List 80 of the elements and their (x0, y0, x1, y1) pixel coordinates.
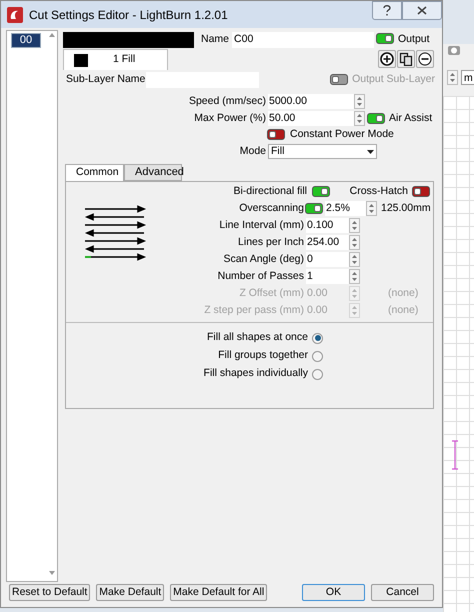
speed-field[interactable]: 5000.00 (268, 94, 354, 109)
app-logo-icon (7, 6, 23, 22)
toggle-switch[interactable] (267, 129, 285, 140)
spin-buttons[interactable] (349, 252, 360, 267)
constant-power-label: Constant Power Mode (290, 126, 394, 142)
toggle-switch[interactable] (376, 33, 394, 44)
layer-item[interactable]: 00 (11, 33, 41, 48)
toggle-switch[interactable] (367, 113, 385, 124)
name-field[interactable]: C00 (232, 32, 374, 48)
field-label: Z Offset (mm) (238, 286, 305, 301)
toggle-switch[interactable] (312, 186, 330, 197)
toggle-switch[interactable] (305, 203, 323, 214)
radio-button[interactable] (312, 368, 323, 380)
bidirectional-label: Bi-directional fill (232, 184, 308, 199)
spin-buttons[interactable] (366, 201, 377, 216)
spin-buttons[interactable] (349, 235, 360, 250)
dialog-button[interactable]: Reset to Default (9, 584, 90, 600)
fill-option-label: Fill all shapes at once (206, 330, 309, 346)
field-label: Scan Angle (deg) (222, 252, 305, 267)
layer-color-swatch[interactable] (63, 32, 194, 48)
mode-label: Mode (238, 144, 267, 159)
output-label: Output (398, 32, 430, 48)
sublayer-tab[interactable]: 1 Fill (63, 49, 168, 70)
spin-buttons[interactable] (354, 111, 365, 126)
tab[interactable]: Common (65, 164, 124, 181)
cursor-icon (451, 440, 459, 470)
max-power-field[interactable]: 50.00 (268, 111, 354, 126)
tab[interactable]: Advanced (124, 164, 182, 181)
close-icon (417, 6, 427, 15)
max-power-label: Max Power (%) (193, 110, 267, 126)
dialog-button[interactable]: Cancel (371, 584, 434, 600)
fill-option-label: Fill shapes individually (202, 366, 309, 382)
sublayer-name-label: Sub-Layer Name (66, 72, 146, 87)
dropdown-arrow-icon (367, 150, 374, 154)
copy-button[interactable] (397, 50, 415, 68)
toggle-switch[interactable] (412, 186, 430, 197)
mode-dropdown[interactable]: Fill (268, 144, 377, 159)
spin-buttons[interactable] (447, 70, 458, 85)
value-field[interactable]: 254.00 (306, 235, 349, 250)
add-button[interactable] (378, 50, 396, 68)
field-label: Line Interval (mm) (218, 218, 305, 233)
output-sublayer-label: Output Sub-Layer (352, 72, 435, 87)
scroll-down-icon[interactable] (49, 571, 55, 575)
value-field[interactable]: 0.100 (306, 218, 349, 233)
spin-buttons[interactable] (349, 218, 360, 233)
dialog-button[interactable]: Make Default for All (170, 584, 268, 600)
scroll-up-icon[interactable] (49, 33, 55, 37)
field-label: Overscanning (238, 200, 305, 216)
camera-icon (447, 44, 461, 56)
sublayer-name-field[interactable] (146, 72, 260, 88)
ok-button[interactable]: OK (302, 584, 365, 600)
unit-dropdown[interactable]: m (461, 70, 474, 85)
fill-option-label: Fill groups together (217, 348, 309, 364)
spin-buttons[interactable] (349, 269, 360, 284)
help-button[interactable] (372, 1, 402, 20)
copy-icon (399, 52, 413, 66)
spin-buttons[interactable] (354, 94, 365, 109)
field-label: Number of Passes (216, 268, 305, 284)
field-label: Lines per Inch (237, 234, 305, 250)
remove-button[interactable] (416, 50, 434, 68)
cross-hatch-label: Cross-Hatch (350, 184, 408, 199)
window-title: Cut Settings Editor - LightBurn 1.2.01 (29, 6, 228, 24)
add-icon (380, 52, 394, 66)
dialog-button[interactable]: Make Default (96, 584, 164, 600)
field-note: 125.00mm (381, 200, 431, 216)
field-label: Z step per pass (mm) (203, 302, 305, 318)
value-field[interactable]: 0 (306, 252, 349, 267)
field-note: (none) (388, 286, 418, 301)
radio-button[interactable] (312, 332, 323, 344)
sublayer-label: 1 Fill (113, 52, 136, 68)
radio-button[interactable] (312, 350, 323, 362)
help-icon (383, 5, 391, 16)
name-label: Name (201, 32, 230, 48)
value-field[interactable]: 2.5% (325, 201, 366, 216)
remove-icon (418, 52, 432, 66)
speed-label: Speed (mm/sec) (188, 94, 267, 109)
value-field[interactable]: 1 (306, 269, 349, 284)
close-button[interactable] (402, 1, 442, 20)
air-assist-label: Air Assist (389, 110, 432, 126)
field-note: (none) (388, 302, 418, 318)
